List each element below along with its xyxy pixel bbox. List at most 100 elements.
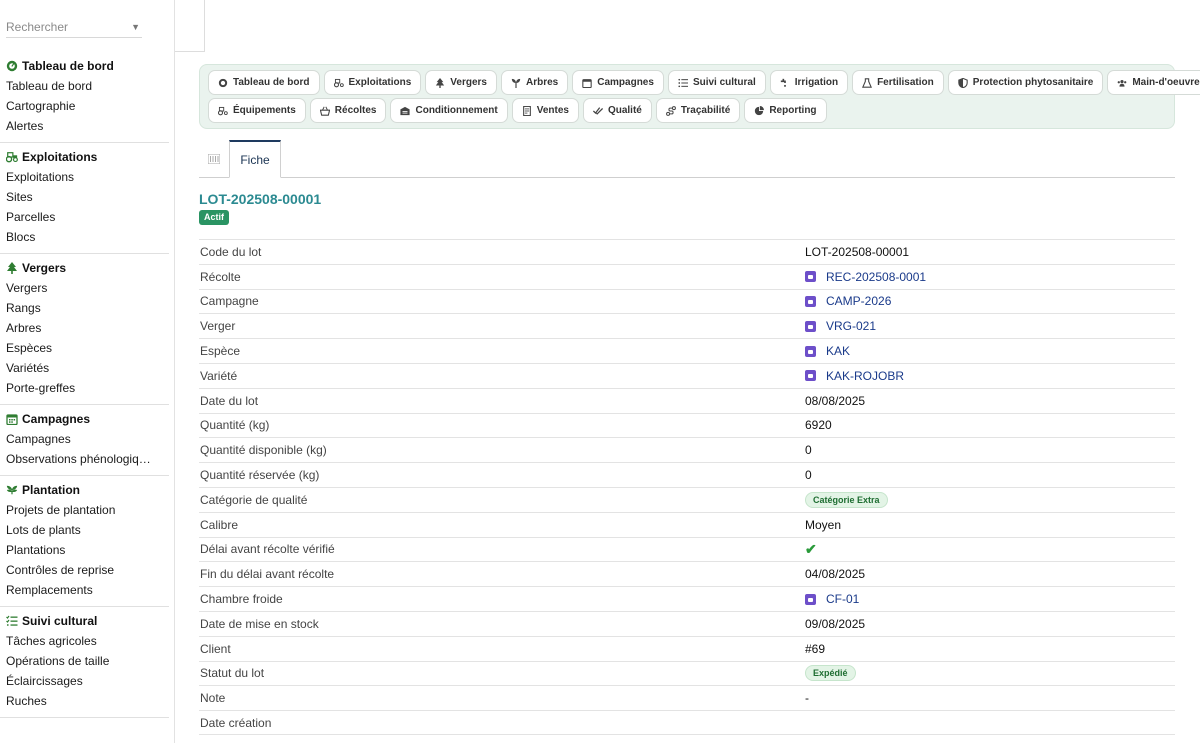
- recolte-link[interactable]: REC-202508-0001: [826, 270, 926, 284]
- field-value: KAK: [805, 344, 850, 358]
- flask-icon: [862, 77, 873, 88]
- link-record-icon: [805, 370, 816, 382]
- link-record-icon: [805, 295, 816, 307]
- field-value: CAMP-2026: [805, 294, 891, 308]
- nav-group-header[interactable]: Exploitations: [6, 147, 169, 167]
- nav-group-title: Exploitations: [22, 150, 98, 164]
- module-label: Conditionnement: [415, 105, 498, 116]
- module-fertilisation[interactable]: Fertilisation: [852, 70, 944, 95]
- table-row: Note -: [199, 685, 1175, 710]
- field-value: KAK-ROJOBR: [805, 369, 904, 383]
- tractor-icon: [218, 106, 228, 115]
- sidebar-item-especes[interactable]: Espèces: [6, 338, 169, 358]
- module-campagnes[interactable]: Campagnes: [572, 70, 664, 95]
- status-badge: Actif: [199, 210, 229, 225]
- field-label: Date du lot: [200, 393, 259, 408]
- field-value: 0: [805, 443, 812, 458]
- espece-link[interactable]: KAK: [826, 344, 850, 358]
- field-label: Campagne: [200, 294, 259, 309]
- module-recoltes[interactable]: Récoltes: [309, 98, 387, 123]
- tab-fiche[interactable]: Fiche: [229, 140, 281, 178]
- sidebar-item-rangs[interactable]: Rangs: [6, 298, 169, 318]
- sidebar-item-plantations[interactable]: Plantations: [6, 540, 169, 560]
- lot-status-badge: Expédié: [805, 665, 856, 682]
- campagne-link[interactable]: CAMP-2026: [826, 294, 891, 308]
- field-label: Client: [200, 641, 231, 656]
- module-reporting[interactable]: Reporting: [744, 98, 827, 123]
- sidebar-item-eclaircissages[interactable]: Éclaircissages: [6, 671, 169, 691]
- chambre-froide-link[interactable]: CF-01: [826, 592, 859, 606]
- check-double-icon: [592, 106, 603, 115]
- module-conditionnement[interactable]: Conditionnement: [390, 98, 508, 123]
- field-label: Verger: [200, 319, 236, 334]
- module-suivi-cultural[interactable]: Suivi cultural: [667, 70, 766, 95]
- tab-list-view[interactable]: [199, 140, 229, 177]
- module-arbres[interactable]: Arbres: [501, 70, 569, 95]
- module-qualite[interactable]: Qualité: [582, 98, 652, 123]
- sidebar-item-porte-greffes[interactable]: Porte-greffes: [6, 378, 169, 398]
- sidebar-item-controles-de-reprise[interactable]: Contrôles de reprise: [6, 560, 169, 580]
- sidebar-item-alertes[interactable]: Alertes: [6, 116, 169, 136]
- module-label: Vergers: [450, 77, 487, 88]
- nav-group-header[interactable]: Plantation: [6, 480, 169, 500]
- module-ventes[interactable]: Ventes: [511, 98, 579, 123]
- sidebar-item-operations-de-taille[interactable]: Opérations de taille: [6, 651, 169, 671]
- faucet-icon: [780, 78, 786, 87]
- sidebar-item-taches-agricoles[interactable]: Tâches agricoles: [6, 631, 169, 651]
- field-value: Moyen: [805, 517, 842, 532]
- sidebar-item-blocs[interactable]: Blocs: [6, 227, 169, 247]
- field-value: ✔: [805, 541, 817, 558]
- nav-group-title: Campagnes: [22, 412, 91, 426]
- module-tableau-de-bord[interactable]: Tableau de bord: [208, 70, 320, 95]
- sidebar-item-parcelles[interactable]: Parcelles: [6, 207, 169, 227]
- sidebar-item-varietes[interactable]: Variétés: [6, 358, 169, 378]
- chevron-down-icon[interactable]: ▼: [131, 22, 140, 32]
- page-title: LOT-202508-00001: [199, 191, 322, 207]
- sidebar-item-vergers[interactable]: Vergers: [6, 278, 169, 298]
- sidebar-item-observations-phenologiques[interactable]: Observations phénologiq…: [6, 449, 169, 469]
- field-label: Quantité réservée (kg): [200, 468, 320, 483]
- quality-category-badge: Catégorie Extra: [805, 491, 888, 508]
- sidebar-item-arbres[interactable]: Arbres: [6, 318, 169, 338]
- nav-group-header[interactable]: Campagnes: [6, 409, 169, 429]
- nav-group-title: Tableau de bord: [22, 59, 114, 73]
- table-row: Quantité disponible (kg) 0: [199, 437, 1175, 462]
- sidebar-item-tableau-de-bord[interactable]: Tableau de bord: [6, 76, 169, 96]
- sidebar-item-sites[interactable]: Sites: [6, 187, 169, 207]
- sidebar-item-remplacements[interactable]: Remplacements: [6, 580, 169, 600]
- verger-link[interactable]: VRG-021: [826, 319, 876, 333]
- nav-group-header[interactable]: Vergers: [6, 258, 169, 278]
- module-equipements[interactable]: Équipements: [208, 98, 306, 123]
- module-main-doeuvre[interactable]: Main-d'oeuvre: [1107, 70, 1200, 95]
- table-row: Quantité réservée (kg) 0: [199, 462, 1175, 487]
- tractor-icon: [333, 78, 344, 87]
- module-tracabilite[interactable]: Traçabilité: [655, 98, 741, 123]
- sidebar-item-ruches[interactable]: Ruches: [6, 691, 169, 711]
- sidebar-item-exploitations[interactable]: Exploitations: [6, 167, 169, 187]
- sidebar-item-projets-de-plantation[interactable]: Projets de plantation: [6, 500, 169, 520]
- record-tabs: Fiche: [199, 140, 1175, 178]
- nav-group-vergers: Vergers Vergers Rangs Arbres Espèces Var…: [0, 254, 169, 405]
- module-vergers[interactable]: Vergers: [425, 70, 497, 95]
- nav-group-header[interactable]: Tableau de bord: [6, 56, 169, 76]
- module-protection-phytosanitaire[interactable]: Protection phytosanitaire: [947, 70, 1104, 95]
- field-label: Date de mise en stock: [200, 616, 319, 631]
- module-label: Main-d'oeuvre: [1132, 77, 1200, 88]
- module-exploitations[interactable]: Exploitations: [323, 70, 422, 95]
- module-irrigation[interactable]: Irrigation: [769, 70, 849, 95]
- field-value: Catégorie Extra: [805, 491, 888, 508]
- list-icon: [208, 153, 220, 164]
- module-label: Récoltes: [334, 105, 377, 116]
- nav-group-title: Vergers: [22, 261, 67, 275]
- variete-link[interactable]: KAK-ROJOBR: [826, 369, 904, 383]
- invoice-icon: [522, 105, 531, 116]
- nav-group-header[interactable]: Suivi cultural: [6, 611, 169, 631]
- table-row: Variété KAK-ROJOBR: [199, 362, 1175, 388]
- search-select[interactable]: Rechercher ▼: [6, 16, 142, 38]
- field-label: Date création: [200, 715, 272, 730]
- sidebar-item-campagnes[interactable]: Campagnes: [6, 429, 169, 449]
- sidebar-item-lots-de-plants[interactable]: Lots de plants: [6, 520, 169, 540]
- pie-chart-icon: [755, 105, 765, 115]
- basket-icon: [319, 106, 330, 116]
- sidebar-item-cartographie[interactable]: Cartographie: [6, 96, 169, 116]
